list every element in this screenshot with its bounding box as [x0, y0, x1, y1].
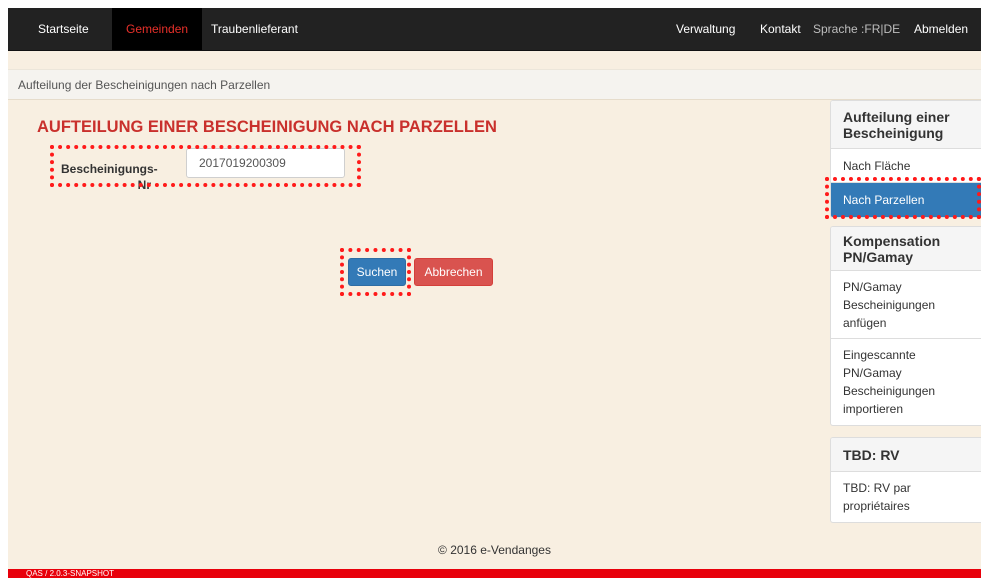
nav-gemeinden[interactable]: Gemeinden	[112, 8, 203, 50]
nav-verwaltung[interactable]: Verwaltung	[676, 8, 735, 50]
sidebar-item-rv-proprietaires[interactable]: TBD: RV par propriétaires	[831, 472, 981, 522]
footer-copyright: © 2016 e-Vendanges	[438, 543, 551, 557]
nav-traubenlieferant[interactable]: Traubenlieferant	[211, 8, 298, 50]
nav-kontakt[interactable]: Kontakt	[760, 8, 801, 50]
sidebar-heading-tbd-rv: TBD: RV	[831, 438, 981, 472]
page-title: AUFTEILUNG EINER BESCHEINIGUNG NACH PARZ…	[37, 118, 497, 136]
nav-abmelden[interactable]: Abmelden	[914, 8, 968, 50]
sidebar-panel-aufteilung: Aufteilung einer Bescheinigung Nach Fläc…	[830, 100, 981, 218]
sidebar-item-nach-flaeche[interactable]: Nach Fläche	[831, 149, 981, 183]
top-navbar: Startseite Gemeinden Traubenlieferant Ve…	[8, 8, 981, 51]
nav-startseite[interactable]: Startseite	[38, 8, 89, 50]
breadcrumb: Aufteilung der Bescheinigungen nach Parz…	[8, 69, 981, 100]
sidebar-item-pn-gamay-importieren[interactable]: Eingescannte PN/Gamay Bescheinigungen im…	[831, 339, 981, 425]
sidebar-panel-tbd-rv: TBD: RV TBD: RV par propriétaires	[830, 437, 981, 523]
version-label: QAS / 2.0.3-SNAPSHOT	[26, 569, 115, 578]
sidebar-heading-aufteilung: Aufteilung einer Bescheinigung	[831, 101, 981, 149]
sidebar-heading-kompensation: Kompensation PN/Gamay	[831, 227, 981, 271]
sidebar-item-pn-gamay-anfuegen[interactable]: PN/Gamay Bescheinigungen anfügen	[831, 271, 981, 339]
status-bar: QAS / 2.0.3-SNAPSHOT	[8, 569, 981, 578]
sidebar-item-nach-parzellen[interactable]: Nach Parzellen	[831, 183, 981, 217]
sidebar-panel-kompensation: Kompensation PN/Gamay PN/Gamay Bescheini…	[830, 226, 981, 426]
search-button[interactable]: Suchen	[348, 258, 406, 286]
app-frame: Startseite Gemeinden Traubenlieferant Ve…	[8, 8, 981, 578]
nav-language-switch[interactable]: Sprache :FR|DE	[813, 8, 900, 50]
certificate-number-label: Bescheinigungs-Nr	[61, 162, 158, 192]
certificate-number-input[interactable]	[186, 148, 345, 178]
cancel-button[interactable]: Abbrechen	[414, 258, 493, 286]
